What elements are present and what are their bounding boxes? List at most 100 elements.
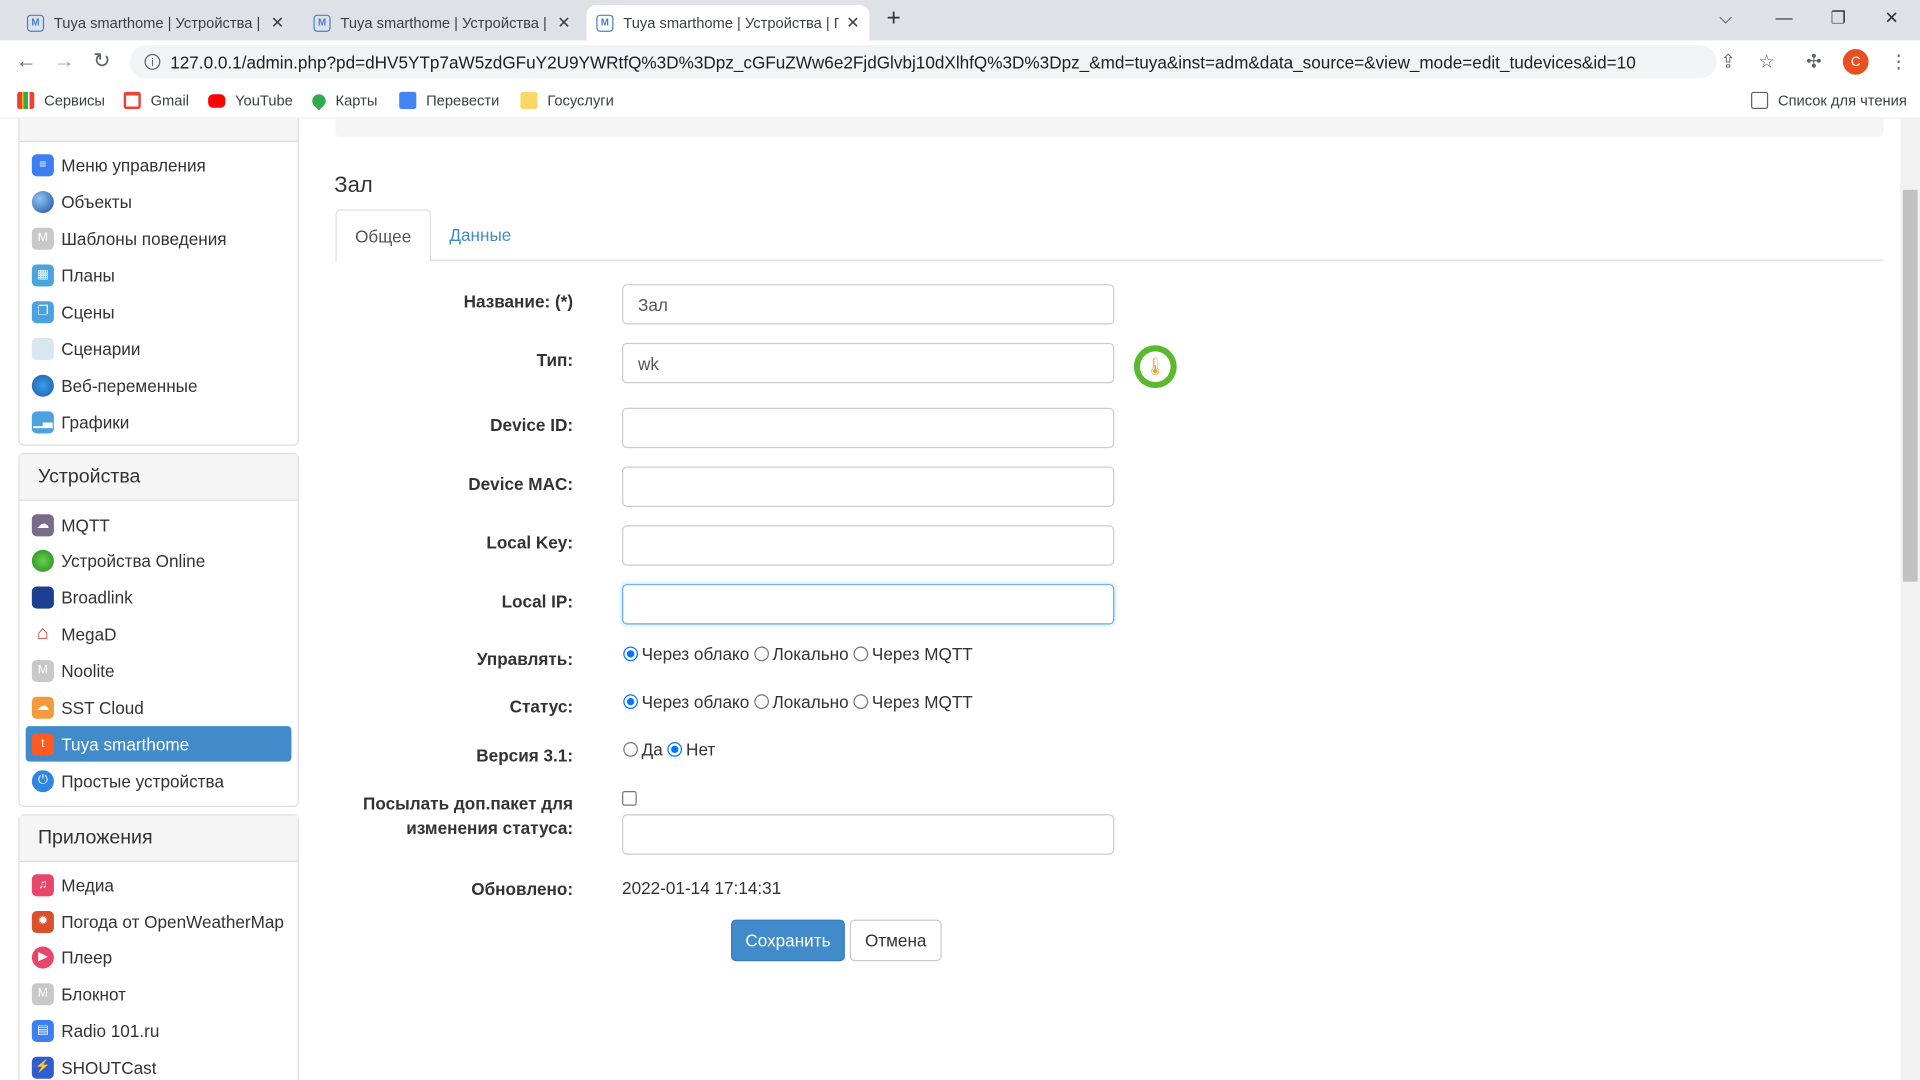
template-icon: M (31, 227, 54, 250)
status-radio-cloud[interactable] (623, 694, 638, 709)
control-radio-local[interactable] (754, 646, 769, 662)
save-button[interactable]: Сохранить (731, 919, 845, 962)
sidebar-item-objects[interactable]: Объекты (26, 184, 292, 220)
extensions-icon[interactable]: ✣ (1806, 50, 1821, 72)
device-id-input[interactable] (622, 407, 1115, 449)
sidebar-item-notepad[interactable]: M Блокнот (26, 976, 292, 1012)
sidebar-item-charts[interactable]: ▁▃ Графики (26, 404, 292, 440)
name-input[interactable] (622, 284, 1115, 325)
sidebar-item-scripts[interactable]: Сценарии (26, 331, 292, 367)
device-mac-input[interactable] (622, 466, 1115, 507)
restore-button[interactable]: ❐ (1831, 7, 1846, 28)
status-radio-local[interactable] (754, 694, 769, 709)
browser-tab[interactable]: M Tuya smarthome | Устройства | Г ✕ (17, 5, 294, 41)
sidebar-item-megad[interactable]: ⌂ MegaD (26, 616, 292, 652)
sidebar-item-player[interactable]: ▶ Плеер (26, 939, 292, 975)
cancel-label: Отмена (864, 930, 927, 951)
local-ip-input[interactable] (622, 584, 1115, 625)
minimize-button[interactable]: — (1776, 7, 1793, 27)
form-tabs: Общее Данные (335, 209, 1884, 263)
sidebar-item-devices-online[interactable]: Устройства Online (26, 542, 292, 578)
version-radio-no[interactable] (667, 742, 683, 757)
sidebar-item-weather[interactable]: ✹ Погода от OpenWeatherMap (26, 904, 292, 940)
close-tab-icon[interactable]: ✕ (846, 13, 859, 33)
control-radio-mqtt[interactable] (853, 646, 869, 662)
sidebar-item-control-menu[interactable]: ≡ Меню управления (26, 147, 292, 183)
cancel-button[interactable]: Отмена (849, 919, 942, 962)
save-label: Сохранить (745, 930, 831, 951)
browser-menu-icon[interactable]: ⋮ (1889, 50, 1907, 72)
status-radio-mqtt[interactable] (853, 694, 869, 709)
back-button[interactable]: ← (16, 49, 37, 73)
profile-avatar[interactable]: C (1842, 48, 1869, 75)
bookmark-gmail[interactable]: Gmail (123, 91, 189, 109)
panel-header (19, 118, 298, 143)
sidebar-item-shoutcast[interactable]: ⚡ SHOUTCast (26, 1049, 292, 1080)
control-radio-cloud[interactable] (623, 646, 638, 662)
close-window-button[interactable]: ✕ (1884, 7, 1898, 28)
browser-tab-active[interactable]: M Tuya smarthome | Устройства | Г ✕ (586, 4, 870, 41)
new-tab-button[interactable]: + (887, 5, 901, 33)
reload-button[interactable]: ↻ (93, 49, 110, 73)
tab-title: Tuya smarthome | Устройства | Г (623, 14, 839, 32)
reading-list-button[interactable]: Список для чтения (1751, 91, 1907, 109)
sidebar-item-simple-devices[interactable]: ⏻ Простые устройства (26, 763, 292, 799)
tab-data[interactable]: Данные (431, 209, 530, 260)
extra-packet-input[interactable] (622, 814, 1115, 855)
scrollbar-thumb[interactable] (1902, 189, 1918, 582)
radio-label: Через MQTT (871, 691, 973, 712)
local-key-input[interactable] (622, 525, 1115, 566)
sidebar-item-label: SHOUTCast (61, 1057, 157, 1077)
panel-header: Устройства (19, 454, 298, 501)
page-content: ≡ Меню управления Объекты M Шаблоны поведе… (0, 118, 1900, 1080)
sidebar-item-mqtt[interactable]: ☁ MQTT (26, 507, 292, 543)
close-tab-icon[interactable]: ✕ (271, 13, 284, 33)
extra-packet-label-line: Посылать доп.пакет для (363, 793, 574, 814)
sidebar-item-label: Простые устройства (61, 770, 224, 791)
radio-label: Через облако (641, 644, 750, 664)
sidebar-item-tuya-smarthome[interactable]: t Tuya smarthome (25, 726, 292, 762)
close-tab-icon[interactable]: ✕ (557, 13, 570, 33)
radio-label: Через MQTT (871, 644, 973, 664)
sidebar-item-label: Сцены (61, 301, 115, 322)
bookmark-maps[interactable]: Карты (309, 90, 377, 110)
extra-packet-checkbox[interactable] (622, 791, 637, 806)
sidebar-item-plans[interactable]: ▦ Планы (26, 257, 292, 293)
share-icon[interactable]: ⇪ (1720, 50, 1735, 72)
floorplan-icon: ▦ (31, 263, 54, 286)
tab-search-chevron-icon[interactable]: ⌵ (1719, 7, 1732, 28)
bookmark-label: Сервисы (44, 91, 105, 109)
sidebar-item-web-variables[interactable]: Веб-переменные (26, 367, 292, 403)
sidebar-item-media[interactable]: ♫ Медиа (26, 867, 292, 903)
updated-value: 2022-01-14 17:14:31 (622, 877, 782, 898)
bookmark-youtube[interactable]: YouTube (208, 92, 293, 109)
sidebar-item-radio101[interactable]: ▤ Radio 101.ru (26, 1013, 292, 1049)
sidebar-item-label: Шаблоны поведения (61, 228, 227, 248)
address-bar[interactable]: i 127.0.0.1/admin.php?pd=dHV5YTp7aW5zdGFu… (129, 45, 1717, 79)
version-label: Версия 3.1: (476, 745, 574, 766)
sidebar-item-label: Tuya smarthome (61, 734, 190, 754)
url-text: 127.0.0.1/admin.php?pd=dHV5YTp7aW5zdGFuY… (170, 52, 1636, 72)
radio-label: Через облако (641, 691, 750, 712)
bookmark-label: Госуслуги (547, 91, 614, 109)
bookmark-translate[interactable]: Перевести (399, 91, 499, 109)
tab-general[interactable]: Общее (335, 209, 431, 263)
type-input[interactable] (622, 342, 1115, 384)
sidebar-item-scenes[interactable]: ❐ Сцены (26, 294, 292, 330)
sidebar-item-sst-cloud[interactable]: ☁ SST Cloud (26, 689, 292, 725)
sidebar-item-templates[interactable]: M Шаблоны поведения (26, 220, 292, 256)
browser-tab[interactable]: M Tuya smarthome | Устройства | Г ✕ (304, 5, 581, 41)
forward-button[interactable]: → (54, 49, 75, 73)
sidebar-item-label: Блокнот (61, 983, 126, 1004)
sidebar-item-label: Графики (61, 412, 130, 432)
play-icon: ▶ (31, 945, 54, 968)
bookmark-star-icon[interactable]: ☆ (1758, 50, 1774, 72)
sidebar-item-label: Плеер (61, 947, 113, 967)
version-radio-yes[interactable] (623, 742, 638, 757)
sidebar-item-broadlink[interactable]: Broadlink (26, 579, 292, 615)
bookmark-gosuslugi[interactable]: Госуслуги (520, 91, 614, 109)
site-info-icon[interactable]: i (144, 53, 161, 70)
globe-icon (31, 190, 54, 213)
bookmark-services[interactable]: Сервисы (17, 91, 105, 109)
sidebar-item-noolite[interactable]: M Noolite (26, 653, 292, 689)
